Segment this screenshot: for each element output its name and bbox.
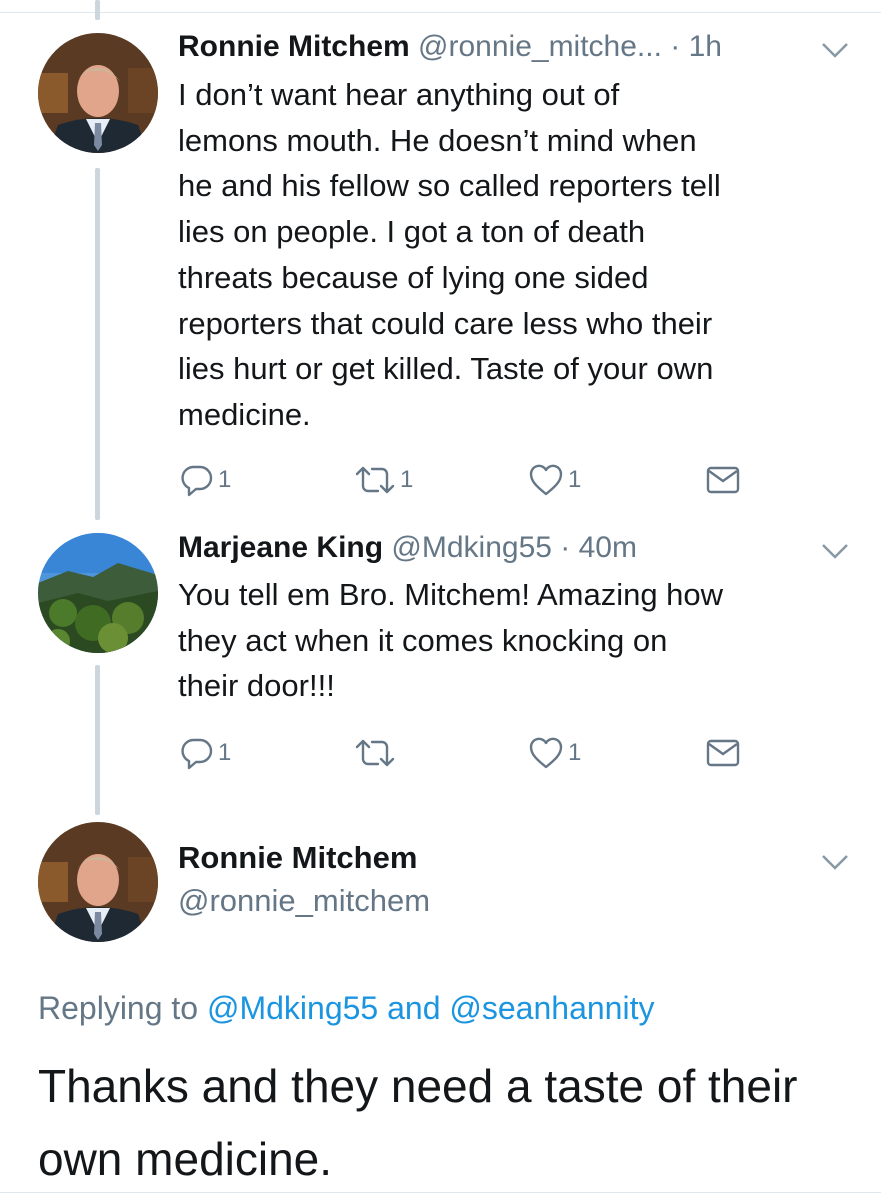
tweet2-like-button[interactable]: 1 [528,733,581,773]
thread-line-1 [95,168,100,520]
tweet1-actions: 1 1 1 [178,460,748,500]
envelope-icon [706,739,740,767]
chevron-down-icon[interactable] [820,852,850,872]
tweet2-header: Marjeane King @Mdking55 · 40m [178,530,637,566]
tweet1-header: Ronnie Mitchem @ronnie_mitche... · 1h [178,29,722,65]
retweet-icon [355,466,395,494]
tweet1-like-count: 1 [568,466,582,493]
avatar-marjeane-king[interactable] [38,533,158,653]
tweet1-retweet-count: 1 [400,466,414,493]
chevron-down-icon[interactable] [820,40,850,60]
avatar-ronnie-mitchem[interactable] [38,33,158,153]
tweet2-dm-button[interactable] [705,733,741,773]
tweet1-text-line: reporters that could care less who their [178,305,713,341]
main-tweet-text-line: own medicine. [38,1133,333,1185]
replying-and: and [378,990,450,1026]
chevron-down-icon[interactable] [820,541,850,561]
mention-mdking55[interactable]: @Mdking55 [207,990,378,1026]
tweet1-text-line: I don’t want hear anything out of [178,77,620,112]
main-tweet-author-name[interactable]: Ronnie Mitchem [178,838,417,878]
tweet1-text-line: lies hurt or get killed. Taste of your o… [178,351,714,387]
thread-line-2 [95,665,100,815]
top-divider [0,0,881,13]
tweet2-author-name[interactable]: Marjeane King [178,531,383,564]
mention-seanhannity[interactable]: @seanhannity [449,990,654,1026]
tweet1-timestamp[interactable]: 1h [689,30,722,63]
tweet1-like-button[interactable]: 1 [528,460,581,500]
tweet1-text-line: lies on people. I got a ton of death [178,214,646,250]
tweet1-separator: · [661,30,689,63]
replying-prefix: Replying to [38,990,207,1026]
avatar-ronnie-mitchem-main[interactable] [38,822,158,942]
tweet1-author-handle[interactable]: @ronnie_mitche... [418,30,662,63]
tweet1-text-line: medicine. [178,396,311,432]
tweet2-separator: · [551,531,579,564]
tweet1-retweet-button[interactable]: 1 [354,460,413,500]
tweet2-like-count: 1 [568,739,582,766]
retweet-icon [355,739,395,767]
reply-icon [181,738,213,770]
tweet2-author-handle[interactable]: @Mdking55 [391,531,552,564]
tweet2-retweet-button[interactable] [354,733,400,773]
tweet1-text-line: lemons mouth. He doesn’t mind when [178,122,697,158]
main-tweet-text: Thanks and they need a taste of their ow… [38,1050,858,1196]
main-tweet-author-handle[interactable]: @ronnie_mitchem [178,881,430,921]
bottom-divider [0,1192,881,1193]
tweet1-author-name[interactable]: Ronnie Mitchem [178,30,410,63]
tweet2-text-line: You tell em Bro. Mitchem! Amazing how [178,577,724,612]
tweet2-reply-count: 1 [218,739,232,766]
tweet1-text: I don’t want hear anything out of lemons… [178,72,858,438]
envelope-icon [706,466,740,494]
tweet1-text-line: he and his fellow so called reporters te… [178,168,721,204]
replying-to-line: Replying to @Mdking55 and @seanhannity [38,988,654,1028]
heart-icon [529,737,563,769]
tweet1-reply-count: 1 [218,466,232,493]
tweet1-text-line: threats because of lying one sided [178,259,649,295]
reply-icon [181,465,213,497]
thread-line-top [95,0,100,20]
tweet1-dm-button[interactable] [705,460,741,500]
tweet2-text-line: they act when it comes knocking on [178,622,668,658]
tweet2-text: You tell em Bro. Mitchem! Amazing how th… [178,572,858,709]
tweet1-reply-button[interactable]: 1 [180,460,231,500]
main-tweet-text-line: Thanks and they need a taste of their [38,1060,798,1112]
tweet2-timestamp[interactable]: 40m [579,531,637,564]
tweet2-reply-button[interactable]: 1 [180,733,231,773]
heart-icon [529,464,563,496]
tweet2-text-line: their door!!! [178,668,335,704]
tweet2-actions: 1 1 [178,733,748,773]
